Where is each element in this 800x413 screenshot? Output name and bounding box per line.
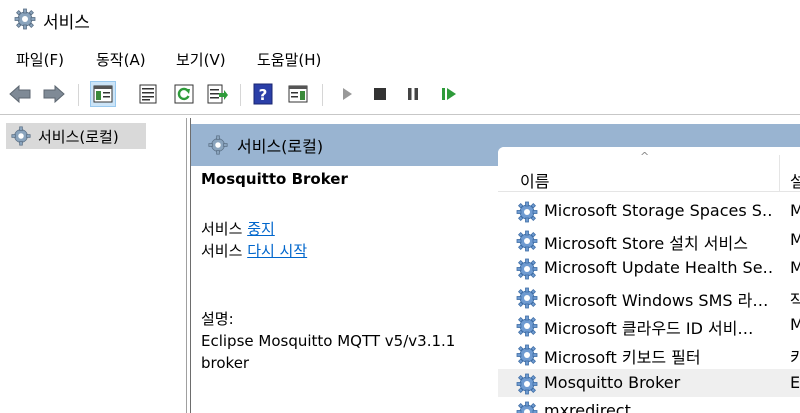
service-gear-icon — [515, 372, 539, 400]
column-divider[interactable] — [779, 155, 780, 191]
properties-button[interactable] — [135, 81, 161, 107]
properties-icon — [139, 84, 157, 104]
column-header-name[interactable]: 이름 — [520, 168, 549, 192]
service-row[interactable]: Microsoft 클라우드 ID 서비… M — [498, 311, 800, 339]
export-list-button[interactable] — [205, 81, 231, 107]
show-console-tree-icon — [93, 85, 113, 103]
refresh-button[interactable] — [171, 81, 197, 107]
content-header-title: 서비스(로컬) — [237, 137, 324, 156]
menu-action[interactable]: 동작(A) — [96, 49, 146, 70]
restart-service-link[interactable]: 다시 시작 — [247, 242, 307, 260]
service-gear-icon — [515, 286, 539, 314]
pause-service-button[interactable] — [400, 81, 426, 107]
gear-services-icon — [14, 8, 36, 30]
action-pane-icon — [288, 85, 308, 103]
service-name: Microsoft Update Health Se… — [544, 258, 772, 278]
service-gear-icon — [516, 401, 538, 413]
toolbar-divider — [0, 114, 800, 115]
service-description: 작 — [790, 290, 800, 310]
service-gear-icon — [515, 229, 539, 257]
restart-service-row: 서비스 다시 시작 — [201, 240, 307, 261]
menu-view[interactable]: 보기(V) — [176, 49, 226, 70]
stop-service-icon — [374, 88, 386, 100]
menu-help[interactable]: 도움말(H) — [257, 49, 321, 70]
stop-service-button[interactable] — [367, 81, 393, 107]
resume-service-button[interactable] — [436, 81, 462, 107]
service-description: M — [790, 315, 800, 335]
service-row[interactable]: Microsoft Store 설치 서비스 M — [498, 226, 800, 254]
description-text: Eclipse Mosquitto MQTT v5/v3.1.1 broker — [201, 332, 456, 372]
service-row[interactable]: Mosquitto Broker E — [498, 368, 800, 400]
title-bar: 서비스 — [0, 0, 800, 40]
pause-service-icon — [408, 88, 418, 100]
window-title: 서비스 — [43, 13, 90, 33]
toolbar: ? — [0, 76, 800, 114]
back-arrow-icon — [9, 84, 31, 104]
service-description: M — [790, 201, 800, 220]
service-row[interactable]: Microsoft Update Health Se… M — [498, 254, 800, 282]
service-name: Mosquitto Broker — [544, 372, 681, 392]
service-row[interactable]: Microsoft Windows SMS 라… 작 — [498, 283, 800, 311]
stop-prefix: 서비스 — [201, 220, 243, 238]
service-gear-icon — [516, 230, 538, 251]
console-tree: 서비스(로컬) — [0, 118, 187, 413]
service-name: Microsoft Store 설치 서비스 — [544, 233, 748, 253]
tree-item-label: 서비스(로컬) — [38, 127, 119, 146]
start-service-icon — [343, 88, 352, 100]
service-gear-icon — [515, 343, 539, 371]
service-description: M — [790, 258, 800, 278]
service-description: E — [790, 372, 800, 392]
service-row[interactable]: mxredirect — [498, 397, 800, 413]
service-row[interactable]: Microsoft Storage Spaces S… M — [498, 197, 800, 225]
service-gear-icon — [516, 258, 538, 280]
resume-service-icon — [442, 88, 456, 100]
service-name: Microsoft 클라우드 ID 서비… — [544, 319, 754, 339]
list-header: ^ 이름 설 — [498, 147, 800, 192]
help-button[interactable]: ? — [250, 81, 276, 107]
gear-icon — [208, 135, 228, 155]
column-header-description[interactable]: 설 — [790, 168, 800, 192]
service-name: mxredirect — [544, 401, 631, 413]
export-list-icon — [207, 84, 228, 104]
action-pane-button[interactable] — [285, 81, 311, 107]
selected-service-name: Mosquitto Broker — [201, 170, 348, 188]
forward-button[interactable] — [41, 81, 67, 107]
sort-ascending-icon: ^ — [640, 150, 650, 163]
gear-icon — [11, 126, 31, 146]
service-name: Microsoft Windows SMS 라… — [544, 290, 769, 310]
service-description: M — [790, 229, 800, 249]
service-gear-icon — [516, 373, 538, 394]
service-gear-icon — [515, 314, 539, 342]
forward-arrow-icon — [43, 84, 65, 104]
toolbar-separator — [322, 84, 323, 106]
refresh-icon — [174, 84, 194, 104]
help-icon: ? — [253, 83, 273, 105]
service-gear-icon — [515, 200, 539, 228]
tree-item-services-local[interactable]: 서비스(로컬) — [6, 123, 146, 149]
stop-service-row: 서비스 중지 — [201, 218, 275, 239]
show-tree-button[interactable] — [90, 81, 116, 107]
service-gear-icon — [516, 315, 538, 337]
service-gear-icon — [515, 257, 539, 285]
menu-bar: 파일(F) 동작(A) 보기(V) 도움말(H) — [0, 46, 800, 74]
toolbar-separator — [78, 84, 79, 106]
description-label: 설명: — [201, 310, 234, 328]
service-row[interactable]: Microsoft 키보드 필터 키 — [498, 340, 800, 368]
stop-service-link[interactable]: 중지 — [247, 220, 275, 238]
services-list: ^ 이름 설 Microsoft Storage Spaces S… M Micro… — [498, 147, 800, 413]
svg-text:?: ? — [259, 86, 268, 104]
toolbar-separator — [240, 84, 241, 106]
service-gear-icon — [516, 287, 538, 309]
start-service-button[interactable] — [334, 81, 360, 107]
service-gear-icon — [515, 400, 539, 413]
menu-file[interactable]: 파일(F) — [16, 49, 64, 70]
back-button[interactable] — [7, 81, 33, 107]
restart-prefix: 서비스 — [201, 242, 243, 260]
service-gear-icon — [516, 201, 538, 223]
service-gear-icon — [516, 344, 538, 366]
service-description: 키 — [790, 348, 800, 367]
service-name: Microsoft 키보드 필터 — [544, 348, 701, 367]
service-name: Microsoft Storage Spaces S… — [544, 201, 772, 220]
